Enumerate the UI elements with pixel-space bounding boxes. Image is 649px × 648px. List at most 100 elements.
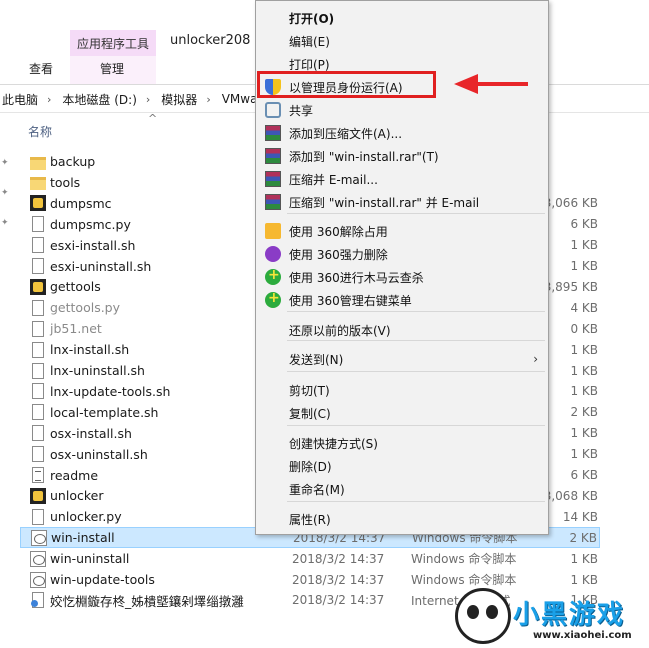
menu-item[interactable]: 剪切(T) (256, 379, 548, 401)
exe-icon (30, 278, 46, 295)
menu-item-label: 使用 360解除占用 (289, 224, 388, 239)
file-size: 1 KB (570, 572, 598, 587)
menu-item[interactable]: 还原以前的版本(V) (256, 319, 548, 341)
menu-item[interactable]: 重命名(M) (256, 478, 548, 500)
file-size: 1 KB (570, 238, 598, 253)
file-size: 1 KB (570, 363, 598, 378)
window-title: unlocker208 (170, 33, 251, 48)
file-row[interactable]: win-uninstall 2018/3/2 14:37 Windows 命令脚本 1… (20, 548, 600, 569)
winrar-icon (265, 194, 281, 210)
file-size: 1 KB (570, 259, 598, 273)
file-size: 3,895 KB (543, 279, 598, 294)
menu-item-label: 使用 360进行木马云查杀 (289, 270, 424, 285)
file-icon (32, 425, 44, 442)
tab-manage[interactable]: 管理 (100, 60, 124, 77)
menu-item-label: 发送到(N) (289, 352, 344, 367)
file-name: local-template.sh (50, 404, 159, 420)
menu-separator (287, 340, 545, 341)
chevron-right-icon: › (206, 92, 211, 106)
menu-separator (287, 311, 545, 312)
file-size: 1 KB (570, 384, 598, 399)
file-icon (32, 404, 44, 421)
menu-item-label: 剪切(T) (289, 383, 330, 398)
file-name: unlocker.py (50, 509, 122, 525)
file-icon (32, 362, 44, 379)
menu-separator (287, 213, 545, 214)
menu-item-label: 使用 360强力删除 (289, 247, 388, 262)
menu-item[interactable]: 删除(D) (256, 455, 548, 477)
file-size: 3,068 KB (543, 488, 598, 503)
menu-item-label: 删除(D) (289, 459, 332, 474)
text-file-icon (32, 467, 44, 483)
menu-item-label: 压缩到 "win-install.rar" 并 E-mail (289, 195, 480, 210)
menu-item[interactable]: 压缩并 E-mail... (256, 168, 548, 190)
file-name: dumpsmc (50, 195, 112, 211)
winrar-icon (265, 148, 281, 164)
menu-item[interactable]: 使用 360进行木马云查杀 (256, 266, 548, 288)
menu-item[interactable]: 属性(R) (256, 508, 548, 530)
file-icon (32, 258, 44, 274)
menu-item-label: 压缩并 E-mail... (289, 172, 378, 187)
logo-url: www.xiaohei.com (533, 630, 632, 641)
file-name: esxi-uninstall.sh (50, 258, 152, 274)
menu-item-label: 创建快捷方式(S) (289, 436, 378, 451)
menu-item[interactable]: 添加到压缩文件(A)... (256, 122, 548, 144)
chevron-right-icon: › (47, 92, 52, 106)
breadcrumb-this-pc[interactable]: 此电脑 (0, 91, 38, 108)
360-unlock-icon (265, 223, 281, 239)
file-size: 3,066 KB (543, 196, 598, 211)
file-name: win-install (51, 530, 115, 546)
file-name: readme (50, 467, 99, 483)
winrar-icon (265, 125, 281, 141)
file-size: 1 KB (570, 342, 598, 357)
file-row[interactable]: win-update-tools 2018/3/2 14:37 Windows 命令… (20, 569, 600, 590)
menu-item-label: 添加到 "win-install.rar"(T) (289, 149, 439, 164)
menu-item[interactable]: 编辑(E) (256, 30, 548, 52)
menu-item[interactable]: 发送到(N) › (256, 348, 548, 370)
file-icon (32, 383, 44, 400)
menu-item[interactable]: 使用 360管理右键菜单 (256, 289, 548, 311)
pin-icon: ✦ (1, 158, 9, 168)
menu-item-label: 复制(C) (289, 406, 331, 421)
file-name: win-update-tools (50, 572, 155, 587)
file-name: win-uninstall (50, 551, 130, 567)
pin-icon: ✦ (1, 218, 9, 228)
internet-shortcut-icon (31, 592, 44, 609)
menu-item[interactable]: 创建快捷方式(S) (256, 432, 548, 454)
menu-item[interactable]: 使用 360解除占用 (256, 220, 548, 242)
menu-item[interactable]: 复制(C) (256, 402, 548, 424)
file-name: lnx-install.sh (50, 342, 130, 358)
file-name: tools (50, 174, 81, 190)
menu-item-label: 打印(P) (289, 57, 330, 72)
file-size: 6 KB (570, 468, 598, 482)
chevron-right-icon: › (533, 352, 538, 366)
highlight-annotation-box (257, 71, 436, 98)
file-name: backup (50, 154, 96, 169)
file-name: gettools (50, 279, 101, 295)
breadcrumb-local-disk[interactable]: 本地磁盘 (D:) (60, 91, 136, 108)
menu-item[interactable]: 压缩到 "win-install.rar" 并 E-mail (256, 191, 548, 213)
folder-icon (30, 156, 46, 170)
menu-item[interactable]: 添加到 "win-install.rar"(T) (256, 145, 548, 167)
watermark-logo: 小黑游戏 www.xiaohei.com (455, 588, 645, 646)
breadcrumb-vmware[interactable]: VMwa (220, 92, 258, 106)
column-header-name[interactable]: 名称 (28, 123, 52, 140)
menu-item-label: 使用 360管理右键菜单 (289, 293, 412, 308)
menu-item[interactable]: 使用 360强力删除 (256, 243, 548, 265)
menu-item[interactable]: 打开(O) (256, 7, 548, 29)
file-size: 0 KB (570, 321, 598, 336)
file-name: osx-uninstall.sh (50, 446, 148, 462)
file-size: 6 KB (570, 217, 598, 232)
360-scan-icon (265, 290, 281, 308)
exe-icon (30, 487, 46, 504)
menu-item[interactable]: 共享 (256, 99, 548, 121)
tab-view[interactable]: 查看 (29, 60, 53, 77)
app-tools-context-tab: 应用程序工具 (70, 30, 156, 56)
batch-file-icon (30, 571, 46, 588)
menu-item-label: 打开(O) (289, 11, 335, 26)
share-icon (265, 102, 281, 118)
file-icon (32, 237, 44, 254)
file-icon (32, 299, 44, 316)
breadcrumb-emulator[interactable]: 模拟器 (159, 91, 197, 108)
file-name: osx-install.sh (50, 425, 132, 441)
